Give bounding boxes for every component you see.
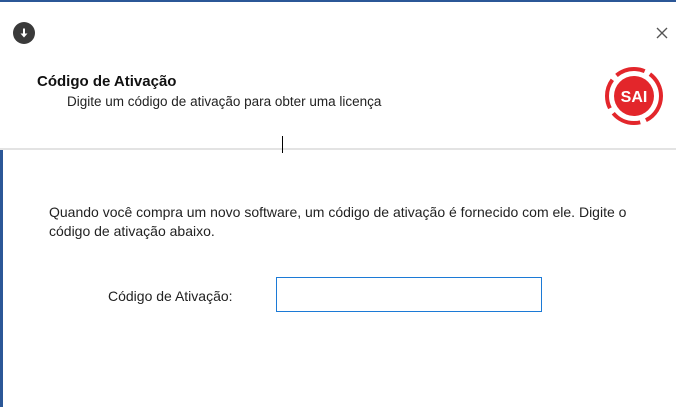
activation-code-input[interactable] — [276, 277, 542, 312]
sai-logo: SAI — [605, 67, 663, 125]
text-caret — [282, 136, 283, 153]
header-subtitle: Digite um código de ativação para obter … — [67, 94, 382, 109]
dialog-header: Código de Ativação Digite um código de a… — [0, 52, 676, 148]
window-top-border — [0, 0, 676, 12]
close-icon — [656, 27, 668, 39]
dialog-content: Quando você compra um novo software, um … — [3, 150, 676, 407]
activation-code-label: Código de Ativação: — [108, 288, 233, 304]
title-bar[interactable] — [0, 12, 676, 52]
header-title: Código de Ativação — [37, 73, 177, 90]
logo-text: SAI — [621, 89, 648, 106]
description-text: Quando você compra um novo software, um … — [49, 204, 627, 239]
close-button[interactable] — [648, 20, 676, 46]
app-icon — [13, 22, 35, 44]
activation-dialog: Código de Ativação Digite um código de a… — [0, 0, 676, 407]
